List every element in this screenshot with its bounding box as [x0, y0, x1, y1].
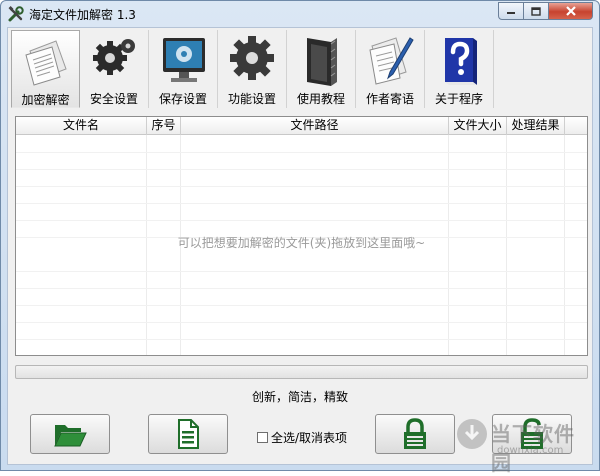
open-file-button[interactable]: [148, 414, 228, 454]
watermark: 当下软件园 downxia.com: [455, 415, 595, 475]
select-all-label: 全选/取消表项: [271, 431, 348, 445]
maximize-button[interactable]: [524, 2, 549, 20]
file-list-icon: [178, 419, 199, 449]
documents-icon: [25, 40, 67, 86]
minimize-icon: [507, 12, 515, 14]
app-window: 海定文件加解密 1.3 加密解密 安全设置 保存设置 功能设置 使用教程 作者寄…: [0, 0, 600, 475]
lock-icon: [404, 418, 426, 449]
document-pen-icon: [369, 37, 414, 85]
gear-icon: [230, 36, 274, 80]
slogan-text: 创新，简洁，精致: [251, 390, 348, 404]
select-all-checkbox[interactable]: [257, 432, 268, 443]
tab-save-settings[interactable]: 保存设置: [149, 30, 218, 108]
tab-label: 保存设置: [158, 92, 207, 106]
tab-label: 关于程序: [434, 92, 483, 106]
column-header-result[interactable]: 处理结果: [507, 117, 565, 135]
drop-hint: 可以把想要加解密的文件(夹)拖放到这里面哦~: [177, 236, 426, 250]
column-header-size[interactable]: 文件大小: [449, 117, 507, 135]
monitor-settings-icon: [163, 38, 205, 82]
progress-bar: [15, 365, 588, 379]
main-toolbar: 加密解密 安全设置 保存设置 功能设置 使用教程 作者寄语 关于程序: [11, 30, 494, 110]
column-header-path[interactable]: 文件路径: [181, 117, 449, 135]
close-icon: [565, 6, 576, 16]
select-all-toggle[interactable]: 全选/取消表项: [257, 429, 347, 446]
client-area: 加密解密 安全设置 保存设置 功能设置 使用教程 作者寄语 关于程序 文件名 序…: [7, 27, 593, 465]
tab-label: 安全设置: [89, 92, 138, 106]
tab-function-settings[interactable]: 功能设置: [218, 30, 287, 108]
watermark-url: downxia.com: [497, 445, 564, 456]
tab-label: 加密解密: [21, 93, 70, 107]
file-list-table[interactable]: 文件名 序号 文件路径 文件大小 处理结果 可以把想要加解密的文件(夹)拖放到这…: [15, 116, 588, 356]
tab-label: 功能设置: [227, 92, 276, 106]
tab-security-settings[interactable]: 安全设置: [80, 30, 149, 108]
folder-open-icon: [54, 425, 87, 447]
minimize-button[interactable]: [498, 2, 524, 20]
tab-about[interactable]: 关于程序: [425, 30, 494, 108]
tab-tutorial[interactable]: 使用教程: [287, 30, 356, 108]
tab-encrypt-decrypt[interactable]: 加密解密: [11, 30, 80, 108]
column-header-filename[interactable]: 文件名: [16, 117, 147, 135]
encrypt-button[interactable]: [375, 414, 455, 454]
title-bar[interactable]: 海定文件加解密 1.3: [1, 1, 599, 27]
window-title: 海定文件加解密 1.3: [29, 8, 136, 22]
watermark-download-icon: [457, 419, 487, 449]
table-header: 文件名 序号 文件路径 文件大小 处理结果: [16, 117, 587, 135]
open-folder-button[interactable]: [30, 414, 110, 454]
book-icon: [307, 38, 337, 86]
tab-label: 作者寄语: [365, 92, 414, 106]
maximize-icon: [531, 6, 541, 16]
tab-author-message[interactable]: 作者寄语: [356, 30, 425, 108]
gears-icon: [93, 39, 135, 75]
tools-icon: [7, 5, 25, 23]
close-button[interactable]: [549, 2, 593, 20]
tab-label: 使用教程: [296, 92, 345, 106]
window-controls: [498, 2, 593, 20]
column-header-index[interactable]: 序号: [147, 117, 181, 135]
question-book-icon: [445, 38, 477, 85]
